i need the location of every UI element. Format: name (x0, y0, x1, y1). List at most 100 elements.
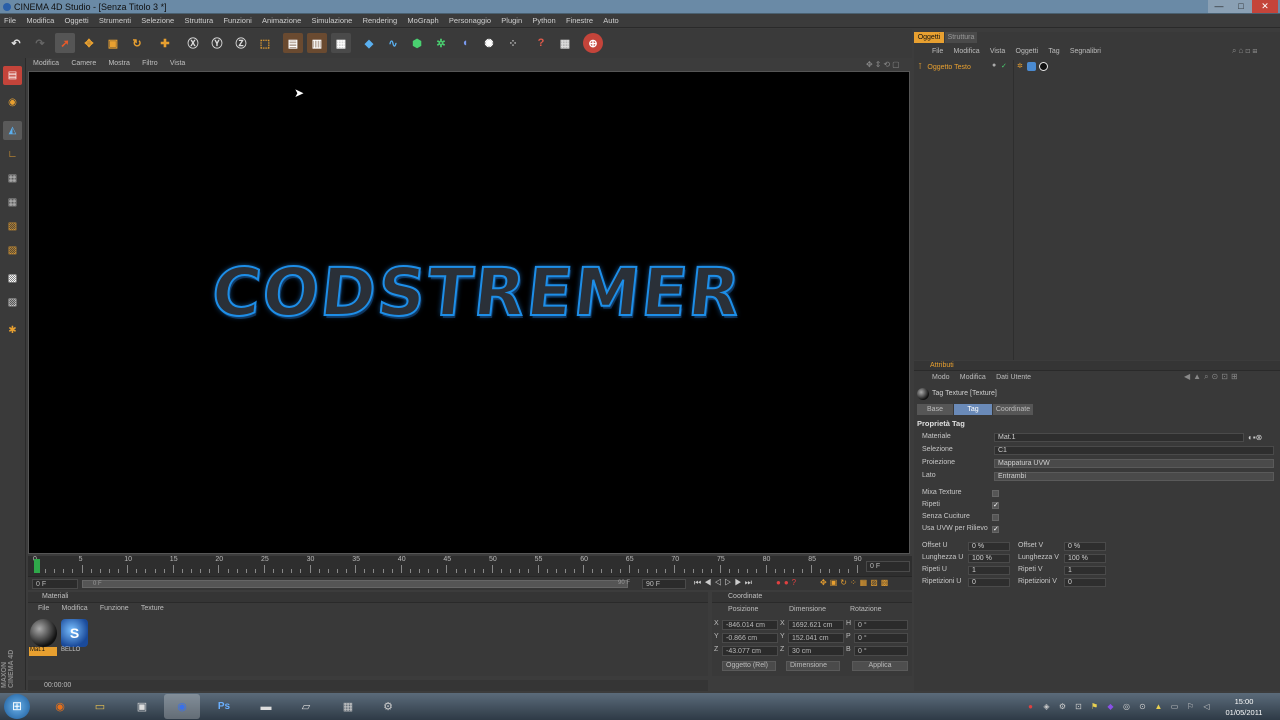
nurbs-icon[interactable]: ⬢ (407, 33, 427, 53)
texture-tag-bello-icon[interactable] (1027, 62, 1036, 71)
attr-field[interactable]: Mat.1 (994, 433, 1244, 442)
y-axis-lock-icon[interactable]: Ⓨ (207, 33, 227, 53)
coordinate-system-icon[interactable]: ⬚ (255, 33, 275, 53)
menu-animazione[interactable]: Animazione (262, 14, 301, 28)
attr-number-field[interactable]: 1 (968, 566, 1010, 575)
attr-dropdown[interactable]: Entrambi (994, 472, 1274, 481)
attr-checkbox[interactable]: ✓ (992, 502, 999, 509)
tab-tag[interactable]: Tag (954, 404, 992, 415)
playback-controls-icon[interactable]: ⏮◀◁▷▶⏭ (694, 578, 755, 588)
materials-menu-texture[interactable]: Texture (141, 605, 164, 612)
polygons-mode-icon[interactable]: ▧ (3, 217, 22, 236)
menu-modifica[interactable]: Modifica (26, 14, 54, 28)
layout-icon[interactable]: ▦ (555, 33, 575, 53)
viewport-menu-camere[interactable]: Camere (71, 58, 96, 70)
attributes-menu-modifica[interactable]: Modifica (960, 374, 986, 381)
use-texture-icon[interactable]: ◭ (3, 121, 22, 140)
attr-number-field[interactable]: 0 (968, 578, 1010, 587)
menu-mograph[interactable]: MoGraph (407, 14, 438, 28)
material-label-mat1[interactable]: Mat.1 (29, 647, 57, 656)
z-axis-lock-icon[interactable]: Ⓩ (231, 33, 251, 53)
material-picker-icons[interactable]: ◐▪⊗ (1248, 433, 1262, 442)
spline-icon[interactable]: ∿ (383, 33, 403, 53)
key-filter-icons[interactable]: ✥▣↻⁘▦▨▩ (820, 578, 891, 587)
attributes-menu-dati-utente[interactable]: Dati Utente (996, 374, 1031, 381)
texture-tag-mat1-icon[interactable] (1039, 62, 1048, 71)
action-center-icon[interactable]: ⚐ (1186, 702, 1195, 711)
media-app-icon[interactable]: ▬ (248, 694, 284, 719)
timeline-ruler[interactable]: 051015202530354045505560657075808590 0 F (28, 556, 912, 576)
photoshop-icon[interactable]: Ps (206, 694, 242, 719)
attributes-nav-icons[interactable]: ◀▲⌕⊙⊡⊞ (1184, 372, 1241, 382)
coord-mode-dropdown[interactable]: Oggetto (Rel) (722, 661, 776, 671)
maximize-button[interactable]: □ (1230, 0, 1252, 13)
deformer-icon[interactable]: ◖ (455, 33, 475, 53)
attr-number-field[interactable]: 100 % (1064, 554, 1106, 563)
objects-menu-vista[interactable]: Vista (990, 48, 1005, 55)
menu-personaggio[interactable]: Personaggio (449, 14, 491, 28)
dimension-field[interactable]: 30 cm (788, 646, 844, 656)
use-model-icon[interactable]: ▤ (3, 66, 22, 85)
dimension-mode-dropdown[interactable]: Dimensione (786, 661, 840, 671)
add-tool-icon[interactable]: ✚ (155, 33, 175, 53)
3d-text-object[interactable]: CODSTREMER (123, 253, 831, 332)
move-tool-icon[interactable]: ✥ (79, 33, 99, 53)
cinema4d-task-icon[interactable]: ◉ (164, 694, 200, 719)
position-field[interactable]: -0.866 cm (722, 633, 778, 643)
use-object-icon[interactable]: ◉ (3, 93, 22, 112)
tool-app-icon[interactable]: ⚙ (370, 694, 406, 719)
tab-coordinate[interactable]: Coordinate (993, 404, 1033, 415)
environment-icon[interactable]: ✺ (479, 33, 499, 53)
render-settings-icon[interactable]: ▦ (331, 33, 351, 53)
use-axis-icon[interactable]: ∟ (3, 145, 22, 164)
attr-checkbox[interactable]: ✓ (992, 526, 999, 533)
materials-menu-funzione[interactable]: Funzione (100, 605, 129, 612)
objects-search-icons[interactable]: ⌕⌂⊡⊞ (1232, 46, 1260, 56)
menu-funzioni[interactable]: Funzioni (223, 14, 251, 28)
clock-time[interactable]: 15:00 (1222, 697, 1266, 706)
tag-icon[interactable]: ✲ (1017, 62, 1023, 70)
tray-icon-2[interactable]: ◈ (1042, 702, 1051, 711)
viewport-menu-modifica[interactable]: Modifica (33, 58, 59, 70)
menu-oggetti[interactable]: Oggetti (65, 14, 89, 28)
undo-icon[interactable]: ↶ (6, 33, 26, 53)
material-thumb-mat1[interactable] (30, 619, 57, 647)
render-picture-viewer-icon[interactable]: ▥ (307, 33, 327, 53)
start-frame-field[interactable]: 0 F (32, 579, 78, 589)
rotation-field[interactable]: 0 ° (854, 633, 908, 643)
screen-capture-icon[interactable]: ▣ (124, 694, 160, 719)
materials-menu-modifica[interactable]: Modifica (62, 605, 88, 612)
python-console-icon[interactable]: ⊕ (583, 33, 603, 53)
menu-python[interactable]: Python (532, 14, 555, 28)
menu-rendering[interactable]: Rendering (363, 14, 398, 28)
tray-icon-10[interactable]: ▭ (1170, 702, 1179, 711)
visibility-icon[interactable]: ● (992, 62, 996, 69)
sculpt-icon[interactable]: ✱ (3, 321, 22, 340)
menu-struttura[interactable]: Struttura (184, 14, 213, 28)
objects-menu-tag[interactable]: Tag (1048, 48, 1059, 55)
viewport-nav-icons[interactable]: ✥⇕⟲▢ (866, 60, 908, 69)
select-tool-icon[interactable]: ➚ (55, 33, 75, 53)
tab-base[interactable]: Base (917, 404, 953, 415)
dimension-field[interactable]: 1692.621 cm (788, 620, 844, 630)
tweak-mode-icon[interactable]: ▨ (3, 241, 22, 260)
enabled-check-icon[interactable]: ✓ (1001, 62, 1007, 70)
materials-menu-file[interactable]: File (38, 605, 49, 612)
rotation-field[interactable]: 0 ° (854, 620, 908, 630)
end-frame-field[interactable]: 90 F (642, 579, 686, 589)
help-icon[interactable]: ? (531, 33, 551, 53)
object-row-oggetto-testo[interactable]: ⊺ Oggetto Testo ● ✓ ✲ (918, 62, 1278, 73)
menu-file[interactable]: File (4, 14, 16, 28)
menu-simulazione[interactable]: Simulazione (311, 14, 352, 28)
tab-struttura[interactable]: Struttura (945, 32, 977, 43)
notepad-icon[interactable]: ▱ (288, 694, 324, 719)
rotate-tool-icon[interactable]: ↻ (127, 33, 147, 53)
attributes-menu-modo[interactable]: Modo (932, 374, 950, 381)
tray-icon-8[interactable]: ⊙ (1138, 702, 1147, 711)
viewport-menu-vista[interactable]: Vista (170, 58, 185, 70)
array-icon[interactable]: ✲ (431, 33, 451, 53)
menu-plugin[interactable]: Plugin (501, 14, 522, 28)
objects-menu-segnalibri[interactable]: Segnalibri (1070, 48, 1101, 55)
attr-number-field[interactable]: 0 (1064, 578, 1106, 587)
objects-menu-file[interactable]: File (932, 48, 943, 55)
